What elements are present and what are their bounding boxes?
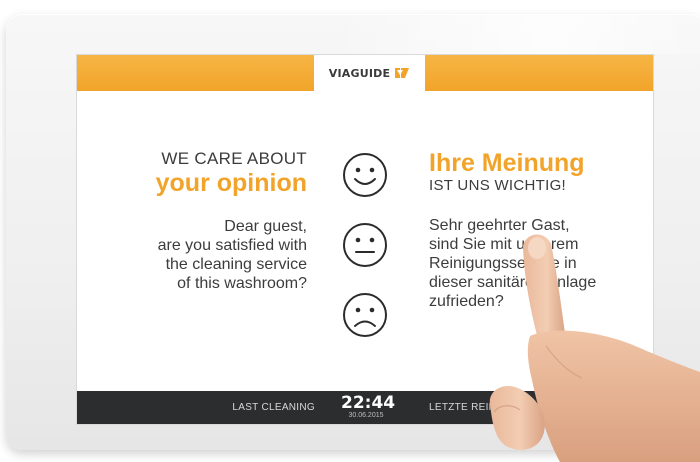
english-question: Dear guest, are you satisfied with the c… — [87, 217, 307, 293]
logo-text: VIAGUIDE — [328, 66, 391, 80]
happy-face-icon — [343, 153, 387, 197]
german-heading-line1: Ihre Meinung — [429, 149, 585, 177]
german-question: Sehr geehrter Gast, sind Sie mit unserem… — [429, 216, 649, 311]
english-question-line: Dear guest, — [224, 218, 307, 235]
happy-face-button[interactable] — [341, 151, 389, 199]
german-question-line: Reinigungsservice in — [429, 255, 577, 272]
german-heading-line2: IST UNS WICHTIG! — [429, 177, 567, 194]
german-panel: Ihre Meinung IST UNS WICHTIG! Sehr geehr… — [429, 149, 649, 311]
german-question-line: zufrieden? — [429, 293, 504, 310]
english-question-line: of this washroom? — [177, 275, 307, 292]
neutral-face-icon — [343, 223, 387, 267]
sad-face-button[interactable] — [341, 291, 389, 339]
english-panel: WE CARE ABOUT your opinion Dear guest, a… — [87, 149, 307, 293]
german-question-line: dieser sanitären Anlage — [429, 274, 597, 291]
feedback-content: WE CARE ABOUT your opinion Dear guest, a… — [77, 91, 653, 391]
german-question-line: Sehr geehrter Gast, — [429, 217, 570, 234]
kiosk-screen: VIAGUIDE WE CARE ABOUT your opinion Dear… — [76, 54, 654, 425]
neutral-face-button[interactable] — [341, 221, 389, 269]
english-question-line: are you satisfied with — [157, 237, 307, 254]
letzte-reinigung-label: LETZTE REINIGUNG — [429, 402, 531, 413]
last-cleaning-label: LAST CLEANING — [232, 402, 315, 413]
last-cleaning-time: 22:44 — [341, 393, 396, 413]
logo: VIAGUIDE — [314, 55, 425, 91]
german-question-line: sind Sie mit unserem — [429, 236, 579, 253]
sad-face-icon — [343, 293, 387, 337]
english-heading-line2: your opinion — [155, 169, 307, 197]
last-cleaning-date: 30.06.2015 — [348, 412, 384, 419]
english-heading-line1: WE CARE ABOUT — [161, 149, 307, 168]
english-question-line: the cleaning service — [165, 256, 307, 273]
rating-options — [341, 151, 391, 341]
status-bar: LAST CLEANING 22:44 30.06.2015 LETZTE RE… — [77, 391, 653, 424]
header-bar: VIAGUIDE — [77, 55, 653, 91]
logo-mark-icon — [395, 68, 410, 78]
